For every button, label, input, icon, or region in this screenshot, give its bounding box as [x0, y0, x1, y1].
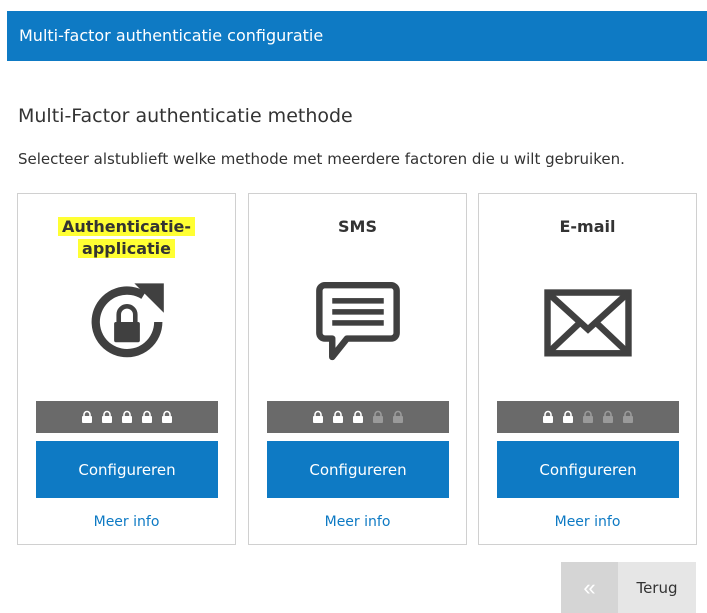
email-more-info-link[interactable]: Meer info	[479, 514, 696, 530]
lock-icon-active	[560, 409, 576, 425]
method-title-line: applicatie	[78, 239, 175, 258]
chat-message-icon	[312, 276, 404, 368]
method-title: E-mail	[559, 217, 616, 236]
section-title: Multi-Factor authenticatie methode	[18, 105, 353, 127]
instructions-text: Selecteer alstublieft welke methode met …	[18, 150, 625, 168]
security-strength-meter	[267, 401, 449, 433]
sms-more-info-link[interactable]: Meer info	[249, 514, 466, 530]
security-strength-meter	[36, 401, 218, 433]
lock-icon-active	[540, 409, 556, 425]
authenticator-more-info-link[interactable]: Meer info	[18, 514, 235, 530]
lock-icon-inactive	[600, 409, 616, 425]
lock-icon-active	[310, 409, 326, 425]
double-chevron-left-icon: «	[561, 562, 618, 613]
lock-icon-active	[99, 409, 115, 425]
method-card-email: E-mail Configureren Meer info	[478, 193, 697, 545]
lock-icon-inactive	[390, 409, 406, 425]
method-title: SMS	[338, 217, 377, 236]
method-title: Authenticatie- applicatie	[18, 216, 235, 260]
envelope-icon	[542, 276, 634, 368]
lock-refresh-icon	[81, 276, 173, 368]
lock-icon-active	[119, 409, 135, 425]
lock-icon-inactive	[620, 409, 636, 425]
configure-authenticator-button[interactable]: Configureren	[36, 441, 218, 498]
lock-icon-active	[139, 409, 155, 425]
method-card-sms: SMS Configureren Meer info	[248, 193, 467, 545]
method-title-line: Authenticatie-	[57, 217, 196, 236]
security-strength-meter	[497, 401, 679, 433]
header-title: Multi-factor authenticatie configuratie	[19, 26, 324, 45]
configure-email-button[interactable]: Configureren	[497, 441, 679, 498]
lock-icon-inactive	[580, 409, 596, 425]
lock-icon-active	[350, 409, 366, 425]
lock-icon-active	[159, 409, 175, 425]
lock-icon-inactive	[370, 409, 386, 425]
lock-icon-active	[79, 409, 95, 425]
page-header: Multi-factor authenticatie configuratie	[7, 11, 707, 61]
configure-sms-button[interactable]: Configureren	[267, 441, 449, 498]
method-card-authenticator-app: Authenticatie- applicatie Configureren M…	[17, 193, 236, 545]
back-button[interactable]: « Terug	[561, 562, 696, 613]
lock-icon-active	[330, 409, 346, 425]
back-button-label: Terug	[618, 562, 696, 613]
